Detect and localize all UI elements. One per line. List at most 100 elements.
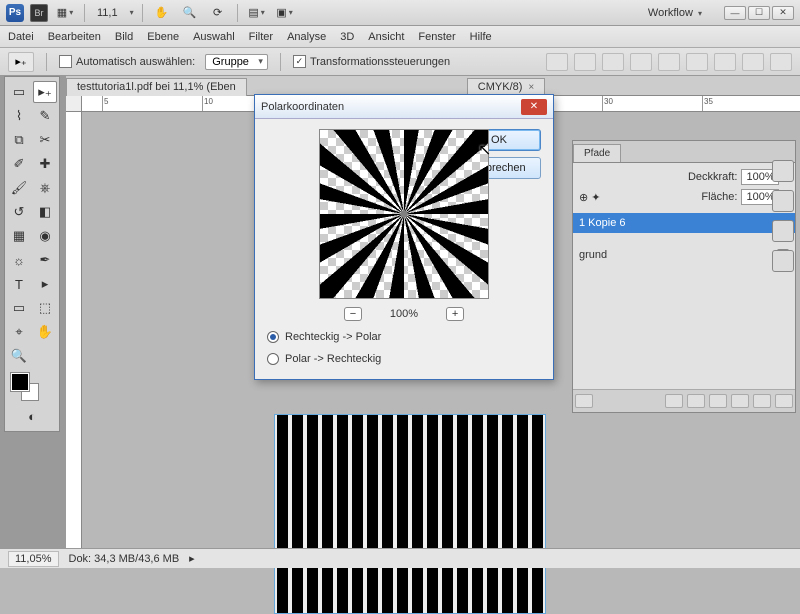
radio-rect-to-polar[interactable] <box>267 331 279 343</box>
menu-edit[interactable]: Bearbeiten <box>48 31 101 43</box>
menu-analysis[interactable]: Analyse <box>287 31 326 43</box>
dialog-titlebar[interactable]: Polarkoordinaten ✕ <box>255 95 553 119</box>
minimize-button[interactable]: — <box>724 6 746 20</box>
dodge-tool-icon[interactable]: ☼ <box>7 249 31 271</box>
status-dropdown-icon[interactable]: ▸ <box>189 552 195 565</box>
link-layers-icon[interactable] <box>575 394 593 408</box>
panel-icon[interactable] <box>772 220 794 242</box>
marquee-tool-icon[interactable]: ▭ <box>7 81 31 103</box>
status-zoom[interactable]: 11,05% <box>8 551 59 567</box>
radio-polar-to-rect[interactable] <box>267 353 279 365</box>
menu-view[interactable]: Ansicht <box>368 31 404 43</box>
menu-image[interactable]: Bild <box>115 31 133 43</box>
lock-icons[interactable]: ⊕ ✦ <box>579 191 601 204</box>
3d-camera-tool-icon[interactable]: ⌖ <box>7 321 31 343</box>
eraser-tool-icon[interactable]: ◧ <box>33 201 57 223</box>
quick-mask-icon[interactable]: ◐ <box>20 405 44 427</box>
auto-select-option[interactable]: Automatisch auswählen: <box>59 55 195 68</box>
close-button[interactable]: ✕ <box>772 6 794 20</box>
new-layer-icon[interactable] <box>753 394 771 408</box>
menu-file[interactable]: Datei <box>8 31 34 43</box>
layer-row-background[interactable]: grund 🔒 <box>573 245 795 265</box>
option-rect-to-polar[interactable]: Rechteckig -> Polar <box>267 331 541 343</box>
history-brush-tool-icon[interactable]: ↺ <box>7 201 31 223</box>
collapsed-panels <box>772 160 796 272</box>
align-top-icon[interactable] <box>546 53 568 71</box>
hand-tool-icon[interactable]: ✋ <box>151 4 173 22</box>
auto-select-checkbox[interactable] <box>59 55 72 68</box>
mask-icon[interactable] <box>687 394 705 408</box>
transform-controls-option[interactable]: Transformationssteuerungen <box>293 55 450 68</box>
align-right-icon[interactable] <box>686 53 708 71</box>
zoom-dropdown-icon[interactable]: ▾ <box>130 8 134 17</box>
document-tab[interactable]: CMYK/8) × <box>467 78 545 96</box>
rotate-view-icon[interactable]: ⟳ <box>207 4 229 22</box>
zoom-tool-icon[interactable]: 🔍 <box>7 345 31 367</box>
menu-3d[interactable]: 3D <box>340 31 354 43</box>
zoom-out-button[interactable]: − <box>344 307 362 321</box>
option-polar-to-rect[interactable]: Polar -> Rechteckig <box>267 353 541 365</box>
slice-tool-icon[interactable]: ✂ <box>33 129 57 151</box>
maximize-button[interactable]: ☐ <box>748 6 770 20</box>
arrange-docs-icon[interactable]: ▤▾ <box>246 4 268 22</box>
screen-mode-icon[interactable]: ▣▾ <box>274 4 296 22</box>
brush-tool-icon[interactable]: 🖌 <box>7 177 31 199</box>
gradient-tool-icon[interactable]: ▦ <box>7 225 31 247</box>
blur-tool-icon[interactable]: ◉ <box>33 225 57 247</box>
foreground-color-swatch[interactable] <box>11 373 29 391</box>
color-swatches[interactable] <box>7 373 57 403</box>
vertical-ruler[interactable] <box>66 112 82 548</box>
zoom-level[interactable]: 11,1 <box>93 7 122 19</box>
stamp-tool-icon[interactable]: ⎈ <box>33 177 57 199</box>
zoom-in-button[interactable]: + <box>446 307 464 321</box>
menu-select[interactable]: Auswahl <box>193 31 235 43</box>
lasso-tool-icon[interactable]: ⌇ <box>7 105 31 127</box>
dialog-close-button[interactable]: ✕ <box>521 99 547 115</box>
trash-icon[interactable] <box>775 394 793 408</box>
dialog-title: Polarkoordinaten <box>261 101 344 113</box>
group-icon[interactable] <box>731 394 749 408</box>
workspace-switcher[interactable]: Workflow ▾ <box>640 5 710 21</box>
document-tab[interactable]: testtutoria1l.pdf bei 11,1% (Eben <box>66 78 247 96</box>
status-doc-size[interactable]: Dok: 34,3 MB/43,6 MB <box>69 553 180 565</box>
align-bottom-icon[interactable] <box>602 53 624 71</box>
panel-tab-paths[interactable]: Pfade <box>573 144 621 162</box>
adjustment-icon[interactable] <box>709 394 727 408</box>
distribute-icon-3[interactable] <box>770 53 792 71</box>
filter-preview[interactable] <box>319 129 489 299</box>
eyedropper-tool-icon[interactable]: ✐ <box>7 153 31 175</box>
auto-select-target-combo[interactable]: Gruppe <box>205 54 268 70</box>
menu-filter[interactable]: Filter <box>249 31 273 43</box>
align-vcenter-icon[interactable] <box>574 53 596 71</box>
close-tab-icon[interactable]: × <box>528 82 534 93</box>
panel-icon[interactable] <box>772 160 794 182</box>
bridge-logo-icon[interactable]: Br <box>30 4 48 22</box>
fx-icon[interactable] <box>665 394 683 408</box>
zoom-tool-icon[interactable]: 🔍 <box>179 4 201 22</box>
transform-controls-checkbox[interactable] <box>293 55 306 68</box>
shape-tool-icon[interactable]: ▭ <box>7 297 31 319</box>
layer-row-selected[interactable]: 1 Kopie 6 <box>573 213 795 233</box>
healing-tool-icon[interactable]: ✚ <box>33 153 57 175</box>
distribute-icon-2[interactable] <box>742 53 764 71</box>
quick-select-tool-icon[interactable]: ✎ <box>33 105 57 127</box>
menu-help[interactable]: Hilfe <box>470 31 492 43</box>
3d-tool-icon[interactable]: ⬚ <box>33 297 57 319</box>
current-tool-icon[interactable]: ▸₊ <box>8 52 34 72</box>
panel-icon[interactable] <box>772 190 794 212</box>
artwork-stripes[interactable] <box>274 414 546 614</box>
preview-zoom-value: 100% <box>390 308 418 320</box>
crop-tool-icon[interactable]: ⧉ <box>7 129 31 151</box>
distribute-icon[interactable] <box>714 53 736 71</box>
pen-tool-icon[interactable]: ✒ <box>33 249 57 271</box>
move-tool-icon[interactable]: ▸₊ <box>33 81 57 103</box>
menu-window[interactable]: Fenster <box>418 31 455 43</box>
filmstrip-icon[interactable]: ▦▾ <box>54 4 76 22</box>
path-select-tool-icon[interactable]: ▸ <box>33 273 57 295</box>
align-left-icon[interactable] <box>630 53 652 71</box>
panel-icon[interactable] <box>772 250 794 272</box>
hand-tool-icon[interactable]: ✋ <box>33 321 57 343</box>
menu-layer[interactable]: Ebene <box>147 31 179 43</box>
type-tool-icon[interactable]: T <box>7 273 31 295</box>
align-hcenter-icon[interactable] <box>658 53 680 71</box>
